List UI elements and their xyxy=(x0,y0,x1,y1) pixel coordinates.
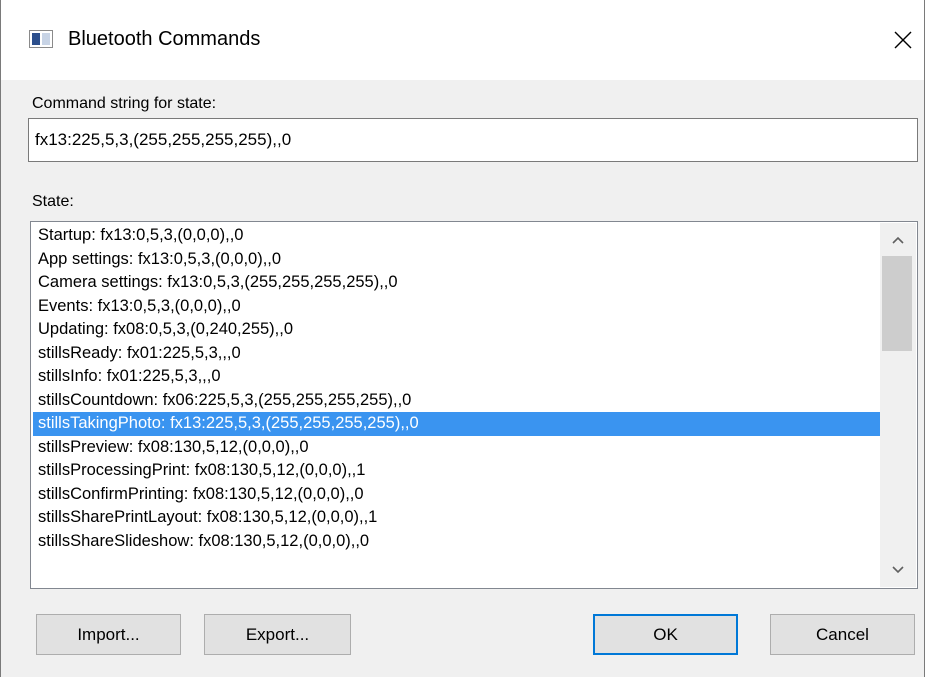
scroll-down-button[interactable] xyxy=(880,553,916,587)
app-icon-right-panel xyxy=(42,33,50,45)
dialog-title: Bluetooth Commands xyxy=(68,28,261,50)
ok-button[interactable]: OK xyxy=(593,614,738,655)
title-bar: Bluetooth Commands xyxy=(1,0,924,80)
state-list-item[interactable]: Startup: fx13:0,5,3,(0,0,0),,0 xyxy=(33,224,881,248)
chevron-up-icon xyxy=(892,236,904,244)
state-label: State: xyxy=(32,193,74,210)
import-button[interactable]: Import... xyxy=(36,614,181,655)
chevron-down-icon xyxy=(892,566,904,574)
state-list-item[interactable]: stillsSharePrintLayout: fx08:130,5,12,(0… xyxy=(33,506,881,530)
state-list-item[interactable]: Updating: fx08:0,5,3,(0,240,255),,0 xyxy=(33,318,881,342)
state-list-item[interactable]: stillsShareSlideshow: fx08:130,5,12,(0,0… xyxy=(33,530,881,554)
state-list-item[interactable]: stillsProcessingPrint: fx08:130,5,12,(0,… xyxy=(33,459,881,483)
bluetooth-commands-dialog: Bluetooth Commands Command string for st… xyxy=(0,0,925,677)
state-list-item[interactable]: stillsTakingPhoto: fx13:225,5,3,(255,255… xyxy=(33,412,881,436)
state-list: Startup: fx13:0,5,3,(0,0,0),,0 App settin… xyxy=(33,224,881,553)
app-icon-left-panel xyxy=(32,33,40,45)
close-icon xyxy=(894,31,912,49)
command-string-label: Command string for state: xyxy=(32,95,217,112)
state-listbox[interactable]: Startup: fx13:0,5,3,(0,0,0),,0 App settin… xyxy=(30,221,918,589)
state-list-item[interactable]: Events: fx13:0,5,3,(0,0,0),,0 xyxy=(33,295,881,319)
close-button[interactable] xyxy=(881,18,925,62)
command-string-input[interactable] xyxy=(28,118,918,162)
scroll-up-button[interactable] xyxy=(880,223,916,257)
state-list-item[interactable]: App settings: fx13:0,5,3,(0,0,0),,0 xyxy=(33,248,881,272)
cancel-button[interactable]: Cancel xyxy=(770,614,915,655)
state-list-item[interactable]: stillsInfo: fx01:225,5,3,,,0 xyxy=(33,365,881,389)
state-list-item[interactable]: stillsConfirmPrinting: fx08:130,5,12,(0,… xyxy=(33,483,881,507)
state-list-item[interactable]: Camera settings: fx13:0,5,3,(255,255,255… xyxy=(33,271,881,295)
vertical-scrollbar[interactable] xyxy=(880,223,916,587)
state-list-item[interactable]: stillsCountdown: fx06:225,5,3,(255,255,2… xyxy=(33,389,881,413)
state-list-item[interactable]: stillsReady: fx01:225,5,3,,,0 xyxy=(33,342,881,366)
export-button[interactable]: Export... xyxy=(204,614,351,655)
app-window-icon xyxy=(29,30,53,48)
state-list-item[interactable]: stillsPreview: fx08:130,5,12,(0,0,0),,0 xyxy=(33,436,881,460)
scroll-thumb[interactable] xyxy=(882,256,912,351)
